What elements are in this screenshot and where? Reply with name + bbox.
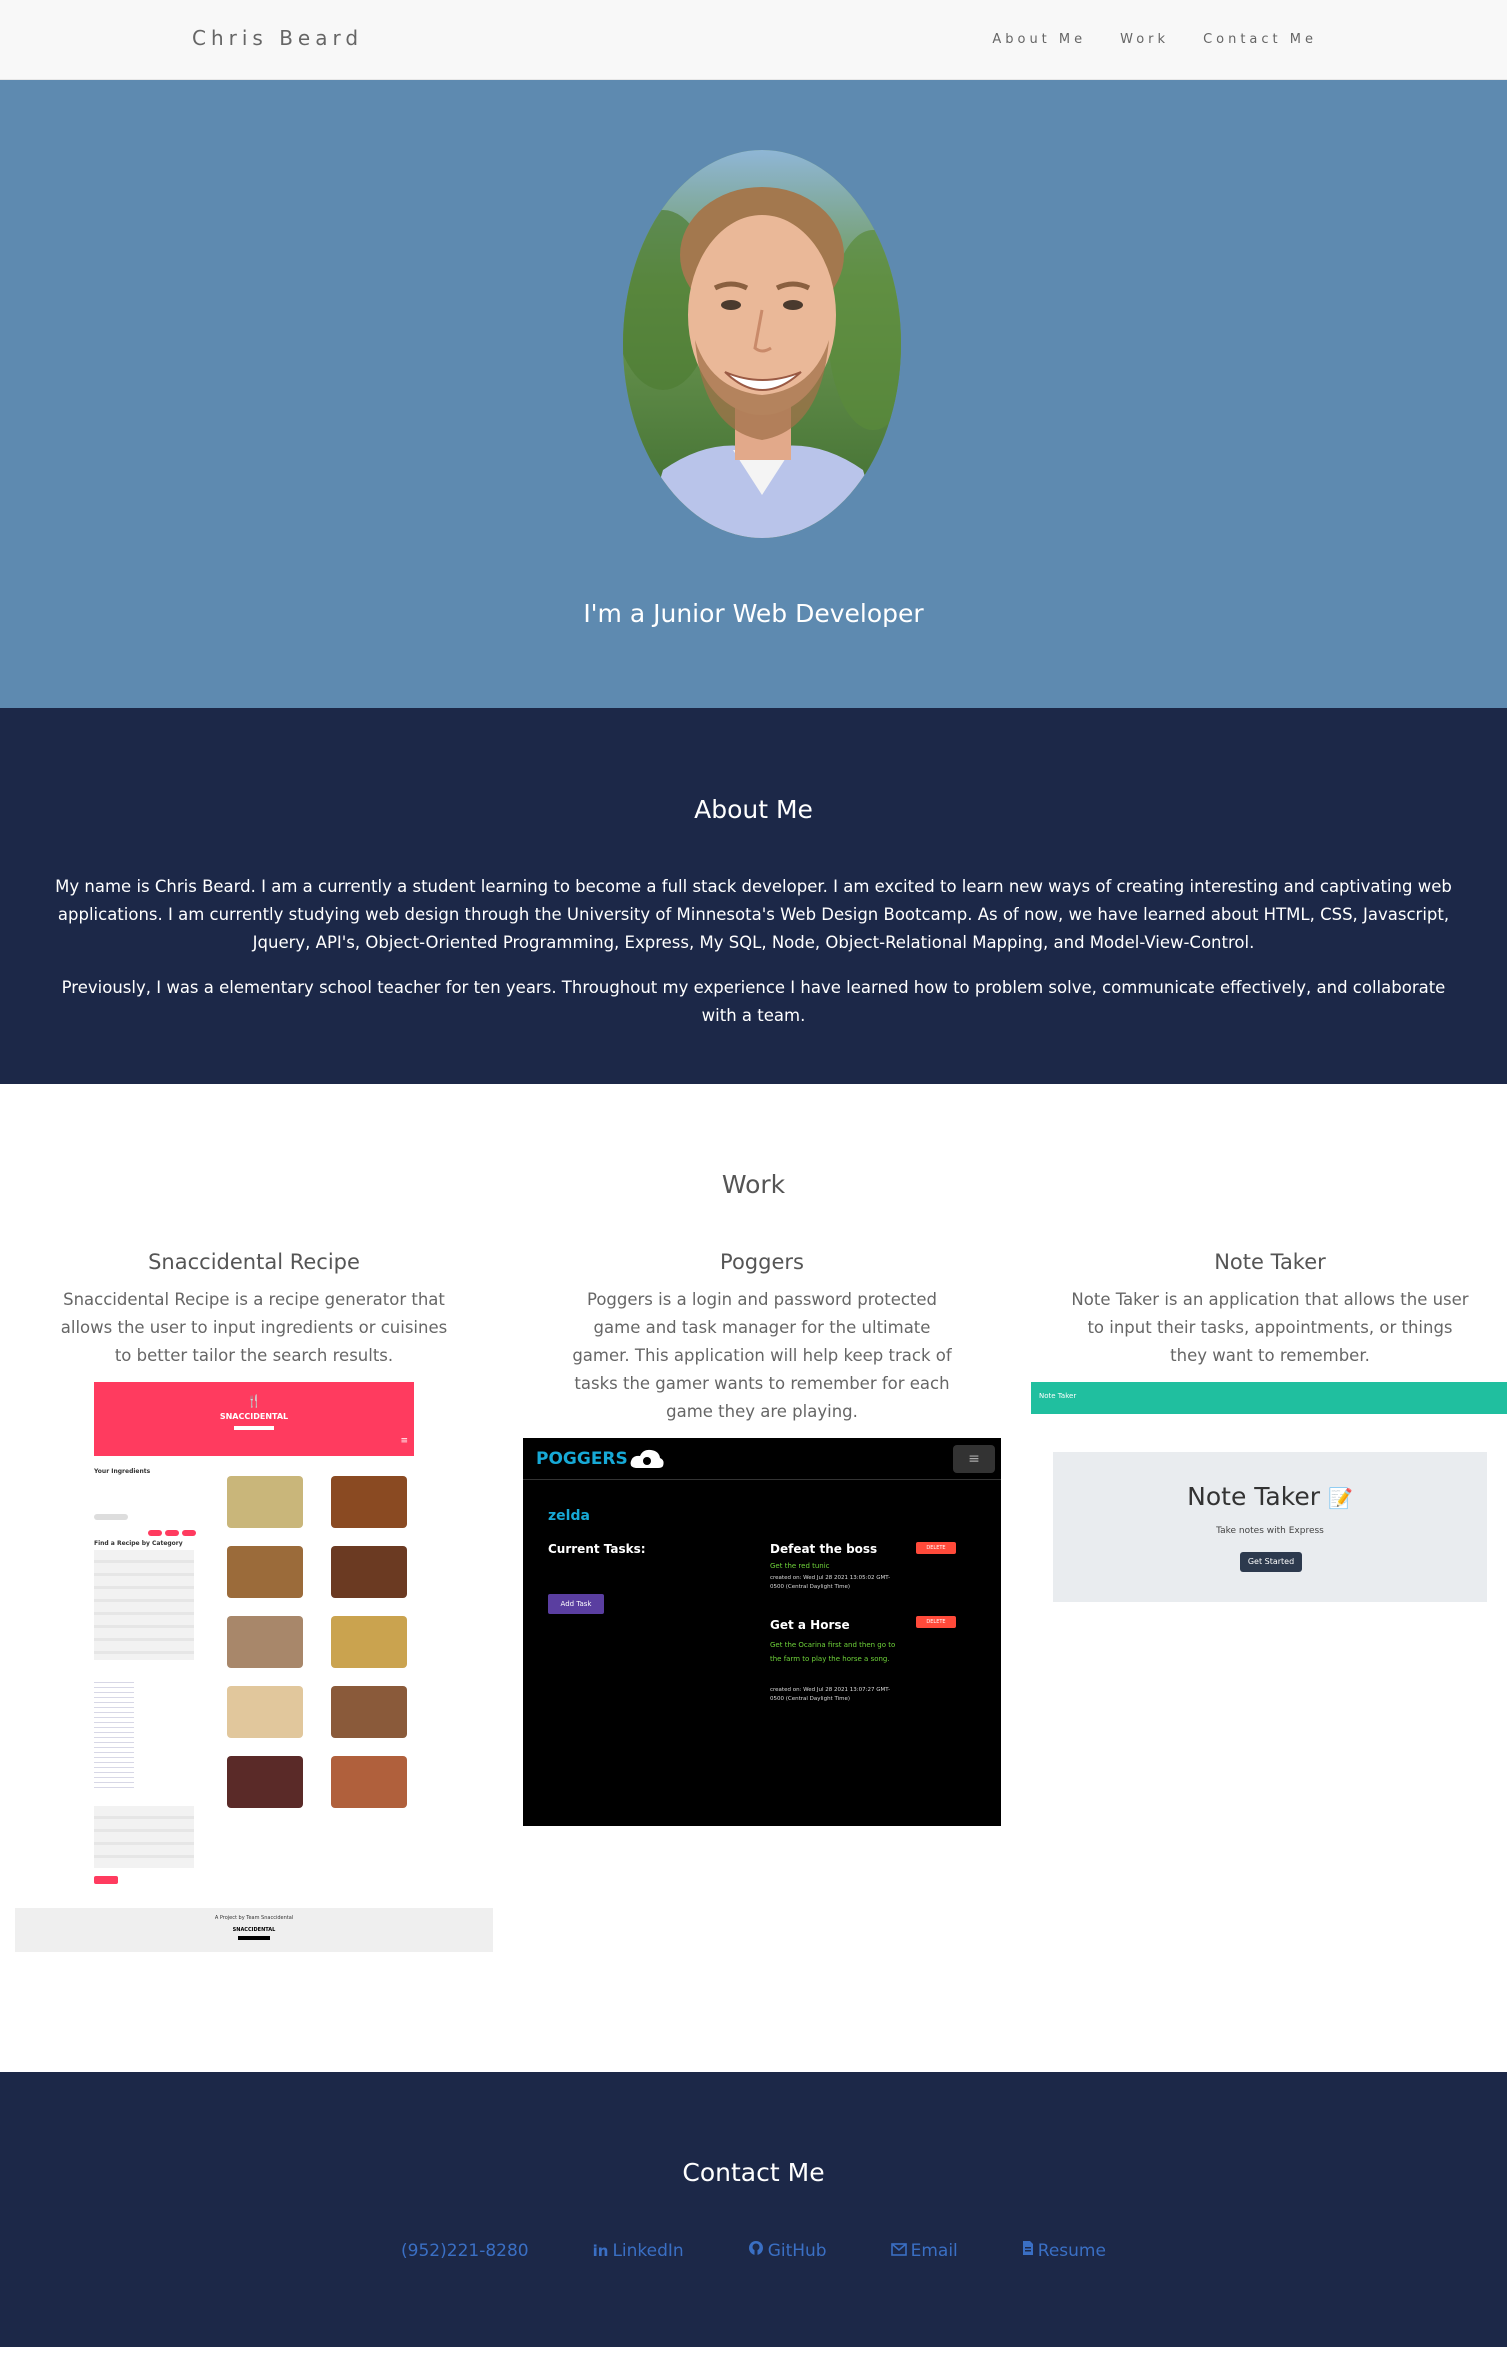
resume-link[interactable]: Resume	[1022, 2240, 1106, 2261]
page-footer-strip	[0, 2347, 1507, 2367]
hamburger-icon[interactable]: ≡	[400, 1436, 408, 1446]
nav-link-work[interactable]: Work	[1120, 32, 1169, 47]
profile-photo	[623, 150, 901, 538]
task-detail: Get the Ocarina first and then go to the…	[770, 1641, 896, 1663]
recipe-thumb[interactable]	[227, 1616, 303, 1668]
snacc-pill[interactable]	[165, 1530, 179, 1536]
get-started-button[interactable]: Get Started	[1240, 1552, 1302, 1572]
poggers-brand: POGGERS	[536, 1449, 628, 1469]
note-taker-heading-text: Note Taker	[1187, 1482, 1320, 1511]
contact-links: (952)221-8280 in LinkedIn GitHub Email R…	[0, 2240, 1507, 2261]
resume-label: Resume	[1037, 2240, 1106, 2261]
note-taker-navbar: Note Taker	[1031, 1382, 1507, 1414]
project-description: Poggers is a login and password protecte…	[572, 1290, 952, 1421]
note-taker-nav-label: Note Taker	[1039, 1392, 1077, 1400]
project-screenshot-snaccidental[interactable]: 🍴 SNACCIDENTAL ≡ Your Ingredients Find a…	[15, 1382, 493, 1962]
menu-toggle-icon[interactable]: ≡	[953, 1445, 995, 1473]
hero-tagline: I'm a Junior Web Developer	[583, 599, 924, 628]
project-card-note-taker: Note Taker Note Taker is an application …	[1031, 1250, 1507, 1604]
recipe-thumb[interactable]	[227, 1476, 303, 1528]
snacc-footer-logo: SNACCIDENTAL	[232, 1927, 276, 1933]
recipe-thumb[interactable]	[331, 1546, 407, 1598]
recipe-thumb[interactable]	[331, 1476, 407, 1528]
linkedin-link[interactable]: in LinkedIn	[593, 2240, 684, 2261]
project-card-poggers: Poggers Poggers is a login and password …	[523, 1250, 1001, 1826]
nav-links: About Me Work Contact Me	[992, 32, 1317, 47]
brand-link[interactable]: Chris Beard	[192, 26, 363, 50]
linkedin-icon: in	[592, 2241, 609, 2260]
recipe-thumb[interactable]	[227, 1686, 303, 1738]
cloud-icon	[629, 1448, 665, 1470]
task-created: created on: Wed Jul 28 2021 13:05:02 GMT…	[770, 1575, 891, 1590]
hero-section: I'm a Junior Web Developer	[0, 80, 1507, 708]
snacc-search-button[interactable]	[94, 1876, 118, 1884]
email-link[interactable]: Email	[890, 2240, 958, 2261]
snacc-footer-text: A Project by Team Snaccidental	[214, 1915, 294, 1921]
project-screenshot-note-taker[interactable]: Note Taker Note Taker 📝 Take notes with …	[1031, 1382, 1507, 1604]
poggers-navbar: POGGERS ≡	[523, 1438, 1001, 1480]
snacc-category-list[interactable]	[94, 1550, 194, 1660]
project-title: Snaccidental Recipe	[148, 1250, 360, 1274]
recipe-thumb[interactable]	[331, 1756, 407, 1808]
envelope-icon	[890, 2241, 907, 2261]
note-taker-jumbotron: Note Taker 📝 Take notes with Express Get…	[1053, 1452, 1487, 1602]
snacc-pill[interactable]	[148, 1530, 162, 1536]
recipe-thumb[interactable]	[331, 1686, 407, 1738]
project-description: Note Taker is an application that allows…	[1071, 1290, 1469, 1365]
email-label: Email	[910, 2240, 958, 2261]
github-icon	[748, 2240, 764, 2261]
snacc-logo-bar	[234, 1426, 274, 1430]
add-task-button[interactable]: Add Task	[548, 1594, 604, 1614]
about-paragraph-2: Previously, I was a elementary school te…	[61, 978, 1446, 1025]
snacc-filter-list[interactable]	[94, 1806, 194, 1868]
note-taker-heading: Note Taker 📝	[1053, 1482, 1487, 1511]
snacc-footer-bar	[238, 1936, 270, 1940]
poggers-game-name: zelda	[548, 1508, 590, 1524]
snacc-category-label: Find a Recipe by Category	[94, 1540, 183, 1547]
task-name: Defeat the boss	[770, 1542, 878, 1556]
snacc-logo-text: SNACCIDENTAL	[219, 1412, 289, 1421]
phone-link[interactable]: (952)221-8280	[401, 2240, 529, 2261]
project-screenshot-poggers[interactable]: POGGERS ≡ zelda Current Tasks: Add Task …	[523, 1438, 1001, 1826]
about-section: About Me My name is Chris Beard. I am a …	[0, 708, 1507, 1084]
recipe-thumb[interactable]	[331, 1616, 407, 1668]
about-title: About Me	[694, 795, 813, 824]
file-icon	[1022, 2240, 1034, 2261]
task-detail: Get the red tunic	[770, 1562, 830, 1570]
snacc-toggle[interactable]	[94, 1514, 128, 1520]
github-link[interactable]: GitHub	[748, 2240, 827, 2261]
phone-label: (952)221-8280	[401, 2240, 529, 2261]
snacc-pill[interactable]	[182, 1530, 196, 1536]
about-paragraph-1: My name is Chris Beard. I am a currently…	[55, 877, 1452, 952]
project-title: Note Taker	[1214, 1250, 1326, 1274]
delete-button[interactable]: DELETE	[916, 1616, 956, 1628]
snacc-header: 🍴 SNACCIDENTAL ≡	[94, 1382, 414, 1456]
linkedin-label: LinkedIn	[612, 2240, 684, 2261]
github-label: GitHub	[767, 2240, 827, 2261]
recipe-thumb[interactable]	[227, 1546, 303, 1598]
work-section: Work Snaccidental Recipe Snaccidental Re…	[0, 1084, 1507, 2072]
snacc-footer: A Project by Team Snaccidental SNACCIDEN…	[15, 1908, 493, 1952]
task-name: Get a Horse	[770, 1618, 850, 1632]
memo-icon: 📝	[1327, 1486, 1353, 1510]
contact-section: Contact Me (952)221-8280 in LinkedIn Git…	[0, 2072, 1507, 2347]
contact-title: Contact Me	[682, 2158, 825, 2187]
snacc-checkbox-list[interactable]	[94, 1678, 134, 1788]
poggers-current-tasks: Current Tasks:	[548, 1542, 646, 1556]
task-created: created on: Wed Jul 28 2021 13:07:27 GMT…	[770, 1687, 891, 1702]
snacc-ingredients-label: Your Ingredients	[94, 1468, 151, 1475]
note-taker-sub: Take notes with Express	[1216, 1526, 1324, 1536]
nav-link-contact[interactable]: Contact Me	[1203, 32, 1317, 47]
recipe-thumb[interactable]	[227, 1756, 303, 1808]
project-card-snaccidental: Snaccidental Recipe Snaccidental Recipe …	[15, 1250, 493, 1962]
work-title: Work	[721, 1170, 786, 1199]
project-description: Snaccidental Recipe is a recipe generato…	[60, 1290, 448, 1365]
navbar: Chris Beard About Me Work Contact Me	[0, 0, 1507, 80]
project-title: Poggers	[720, 1250, 804, 1274]
delete-button[interactable]: DELETE	[916, 1542, 956, 1554]
nav-link-about[interactable]: About Me	[992, 32, 1086, 47]
fork-knife-icon: 🍴	[246, 1394, 262, 1408]
